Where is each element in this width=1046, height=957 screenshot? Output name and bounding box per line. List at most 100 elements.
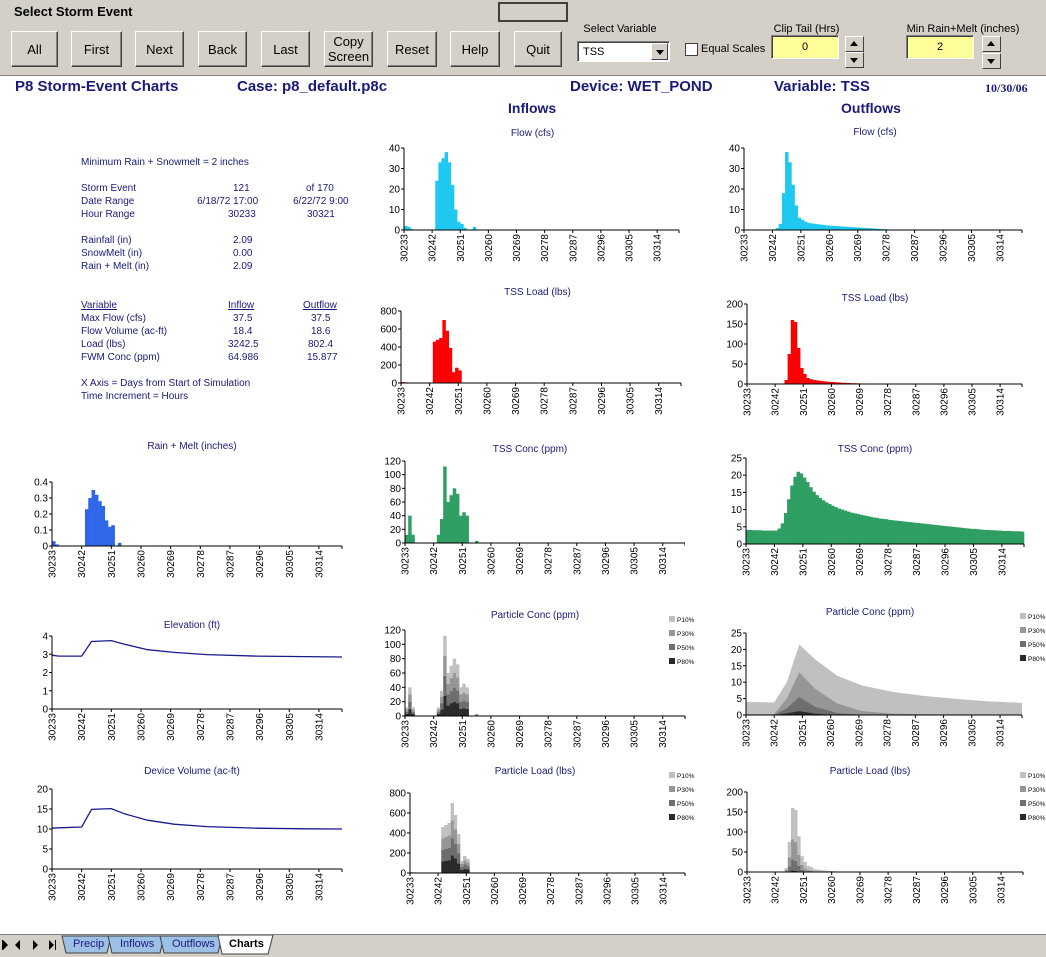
x-tick-label: 30251 <box>798 548 809 576</box>
first-button[interactable]: First <box>71 31 122 67</box>
bar <box>829 225 833 230</box>
stacked-bar-segment <box>411 709 415 712</box>
stacked-bar-segment <box>806 866 811 870</box>
bar <box>815 495 819 544</box>
y-tick-label: 20 <box>390 697 402 708</box>
x-tick-label: 30269 <box>511 387 522 415</box>
bar <box>821 500 826 544</box>
stacked-bar-segment <box>460 861 464 864</box>
stacked-bar-segment <box>447 860 451 873</box>
y-tick-label: 100 <box>384 470 401 481</box>
equal-scales-label: Equal Scales <box>701 43 766 55</box>
stacked-bar-segment <box>466 862 470 866</box>
y-tick-label: 20 <box>731 471 743 482</box>
x-tick-label: 30314 <box>314 713 325 741</box>
stacked-bar-segment <box>405 711 409 714</box>
stacked-bar-segment <box>411 711 415 714</box>
x-tick-label: 30296 <box>596 234 607 262</box>
clip-tail-input[interactable]: 0 <box>771 35 839 59</box>
y-tick-label: 20 <box>731 645 743 656</box>
bar <box>973 528 977 544</box>
table-header-inflow: Inflow <box>228 300 255 311</box>
x-tick-label: 30260 <box>136 713 147 741</box>
bar <box>822 225 827 230</box>
selection-box[interactable] <box>498 2 568 22</box>
x-tick-label: 30269 <box>166 713 177 741</box>
bar <box>812 380 817 384</box>
x-tick-label: 30296 <box>939 234 950 262</box>
legend-label: P30% <box>677 787 695 794</box>
bar <box>436 339 440 383</box>
y-tick-label: 800 <box>389 789 406 800</box>
tab-charts[interactable]: Charts <box>229 938 264 950</box>
x-tick-label: 30269 <box>512 234 523 262</box>
bar <box>888 519 892 544</box>
bar <box>84 509 89 546</box>
min-rain-up-icon[interactable] <box>982 36 1001 52</box>
tab-inflows[interactable]: Inflows <box>120 938 154 950</box>
clip-tail-up-icon[interactable] <box>845 36 864 52</box>
stacked-bar-segment <box>447 823 451 836</box>
bar <box>800 219 805 230</box>
copy-screen-button[interactable]: Copy Screen <box>324 31 373 67</box>
date-range-start: 6/18/72 17:00 <box>197 196 259 207</box>
tab-precip[interactable]: Precip <box>73 938 104 950</box>
next-sheet-icon[interactable] <box>33 940 38 950</box>
x-tick-label: 30269 <box>855 548 866 576</box>
bar <box>1005 530 1009 544</box>
stacked-bar-segment <box>455 703 460 716</box>
chart-outflow-particle-conc: 0 5 10 15 20 25 30233 30242 30251 30260 30269 30278… <box>720 607 1046 757</box>
y-tick-label: 25 <box>731 454 743 465</box>
x-tick-label: 30260 <box>827 548 838 576</box>
all-button[interactable]: All <box>11 31 58 67</box>
chart-title: Elevation (ft) <box>163 620 221 631</box>
quit-button[interactable]: Quit <box>514 31 562 67</box>
y-tick-label: 5 <box>736 694 742 705</box>
prev-sheet-icon[interactable] <box>15 940 20 950</box>
bar <box>761 530 766 544</box>
x-tick-label: 30269 <box>515 720 526 748</box>
stacked-bar-segment <box>440 696 444 704</box>
x-tick-label: 30305 <box>285 713 296 741</box>
stacked-bar-segment <box>452 687 457 702</box>
help-button[interactable]: Help <box>450 31 500 67</box>
time-increment-note: Time Increment = Hours <box>81 391 189 402</box>
last-sheet-icon[interactable] <box>49 940 54 950</box>
table-row-inflow: 3242.5 <box>228 339 259 350</box>
first-sheet-icon[interactable] <box>3 940 8 950</box>
variable-select[interactable]: TSS <box>577 41 670 62</box>
rainfall-value: 2.09 <box>233 235 253 246</box>
stacked-bar-segment <box>466 866 470 870</box>
chevron-down-icon[interactable] <box>651 43 668 60</box>
bar <box>448 347 453 383</box>
chart-plot: 01020304030233 30242 30251 30260 30269 30278 3… <box>389 144 680 262</box>
next-button[interactable]: Next <box>135 31 184 67</box>
legend-swatch <box>1020 772 1026 778</box>
legend-label: P10% <box>1028 614 1046 621</box>
stacked-bar-segment <box>463 864 467 869</box>
storm-event-total: of 170 <box>306 183 334 194</box>
stacked-bar-segment <box>443 655 447 676</box>
x-tick-label: 30269 <box>855 876 866 904</box>
x-tick-label: 30278 <box>884 876 895 904</box>
y-tick-label: 40 <box>389 144 401 155</box>
x-tick-label: 30233 <box>401 720 412 748</box>
bar <box>919 523 924 544</box>
equal-scales-checkbox[interactable] <box>685 43 698 56</box>
tab-outflows[interactable]: Outflows <box>172 938 215 950</box>
chart-inflow-load: 0 200 400 600 800 30233 30242 30251 30260 30269 30… <box>370 287 685 425</box>
stacked-bar-segment <box>444 837 448 849</box>
clip-tail-down-icon[interactable] <box>845 52 864 68</box>
x-tick-label: 30242 <box>771 876 782 904</box>
last-button[interactable]: Last <box>261 31 310 67</box>
min-rain-down-icon[interactable] <box>982 53 1001 69</box>
min-rain-input[interactable]: 2 <box>906 35 974 59</box>
x-tick-label: 30278 <box>544 720 555 748</box>
y-tick-label: 40 <box>390 683 402 694</box>
x-tick-label: 30251 <box>458 547 469 575</box>
legend-label: P30% <box>677 631 695 638</box>
reset-button[interactable]: Reset <box>387 31 437 67</box>
back-button[interactable]: Back <box>198 31 247 67</box>
chart-title: Particle Load (lbs) <box>494 766 576 777</box>
chart-plot: 00.10.20.30.430233 30242 30251 30260 30269 30… <box>34 478 343 578</box>
